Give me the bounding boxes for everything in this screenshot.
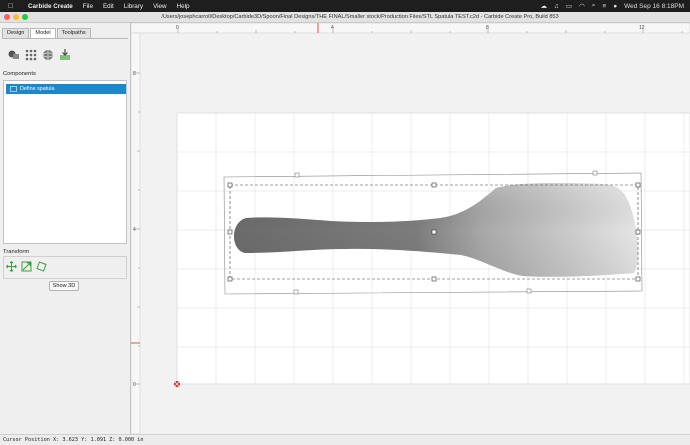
cursor-position-readout: Cursor Position X: 3.623 Y: 1.091 Z: 0.0…	[3, 437, 144, 443]
menu-library[interactable]: Library	[124, 3, 143, 10]
tab-design[interactable]: Design	[2, 28, 30, 38]
headphones-icon[interactable]: ♫	[554, 3, 559, 10]
ruler-tick-label: 8	[133, 71, 136, 77]
clock[interactable]: Wed Sep 16 8:18PM	[624, 3, 684, 10]
resize-handle[interactable]	[227, 276, 233, 282]
resize-handle[interactable]	[635, 182, 641, 188]
ruler-tick-label: 12	[639, 25, 645, 31]
transform-icons	[6, 261, 47, 272]
show-3d-button[interactable]: Show 3D	[49, 281, 79, 291]
component-icon	[10, 86, 17, 92]
left-ruler	[131, 32, 141, 434]
ruler-tick-label: 0	[176, 25, 179, 31]
resize-handle[interactable]	[431, 276, 437, 282]
apple-menu-icon[interactable]: 	[8, 3, 18, 10]
resize-handle[interactable]	[431, 182, 437, 188]
rotate-handle[interactable]	[592, 170, 598, 176]
resize-handle[interactable]	[227, 182, 233, 188]
component-label: Define spatula	[20, 86, 55, 92]
list-item-define-spatula[interactable]: Define spatula	[6, 84, 126, 94]
menu-edit[interactable]: Edit	[103, 3, 114, 10]
menu-view[interactable]: View	[153, 3, 167, 10]
center-handle[interactable]	[431, 229, 437, 235]
cloud-icon[interactable]: ☁	[541, 2, 548, 10]
resize-handle[interactable]	[635, 276, 641, 282]
control-center-icon[interactable]: ≡	[602, 3, 606, 10]
transform-label: Transform	[3, 249, 30, 255]
search-icon[interactable]: ⌕	[592, 2, 596, 10]
macos-menubar:  Carbide Create File Edit Library View …	[0, 0, 690, 12]
resize-handle[interactable]	[227, 229, 233, 235]
window-titlebar: /Users/josephcarroll/Desktop/Carbide3D/S…	[0, 12, 690, 23]
tab-model[interactable]: Model	[30, 28, 56, 38]
rotate-icon[interactable]	[36, 261, 47, 272]
ruler-tick-label: 4	[133, 227, 136, 233]
siri-icon[interactable]: ●	[613, 3, 617, 10]
origin-marker	[173, 380, 181, 388]
left-panel: Design Model Toolpaths Components Define…	[0, 23, 131, 434]
model-tool-icons	[8, 49, 71, 61]
move-icon[interactable]	[6, 261, 17, 272]
ruler-tick-label: 8	[486, 25, 489, 31]
menubar-status-area: ☁ ♫ ▭ ◠ ⌕ ≡ ● Wed Sep 16 8:18PM	[541, 0, 684, 12]
scale-icon[interactable]	[21, 261, 32, 272]
wifi-icon[interactable]: ◠	[579, 2, 585, 10]
top-ruler	[131, 23, 690, 34]
ruler-tick-label: 0	[133, 382, 136, 388]
rotate-handle[interactable]	[293, 289, 299, 295]
resize-handle[interactable]	[635, 229, 641, 235]
import-stl-icon[interactable]	[59, 49, 71, 61]
model-mode-icon[interactable]	[8, 49, 20, 61]
design-canvas[interactable]: 0 4 8 12 8 4 0	[131, 23, 690, 434]
app-menu[interactable]: Carbide Create	[28, 3, 73, 10]
ruler-tick-label: 4	[331, 25, 334, 31]
tabs-divider	[2, 38, 128, 39]
components-label: Components	[3, 71, 36, 77]
rotate-handle[interactable]	[294, 172, 300, 178]
battery-icon[interactable]: ▭	[566, 2, 572, 10]
window-title: /Users/josephcarroll/Desktop/Carbide3D/S…	[161, 14, 559, 20]
status-bar: Cursor Position X: 3.623 Y: 1.091 Z: 0.0…	[0, 434, 690, 445]
texture-icon[interactable]	[25, 49, 37, 61]
panel-tabs: Design Model Toolpaths	[2, 28, 92, 38]
rotate-handle[interactable]	[526, 288, 532, 294]
tab-toolpaths[interactable]: Toolpaths	[56, 28, 91, 38]
menu-help[interactable]: Help	[177, 3, 190, 10]
menu-file[interactable]: File	[83, 3, 93, 10]
components-list: Define spatula	[3, 80, 127, 244]
sphere-icon[interactable]	[42, 49, 54, 61]
